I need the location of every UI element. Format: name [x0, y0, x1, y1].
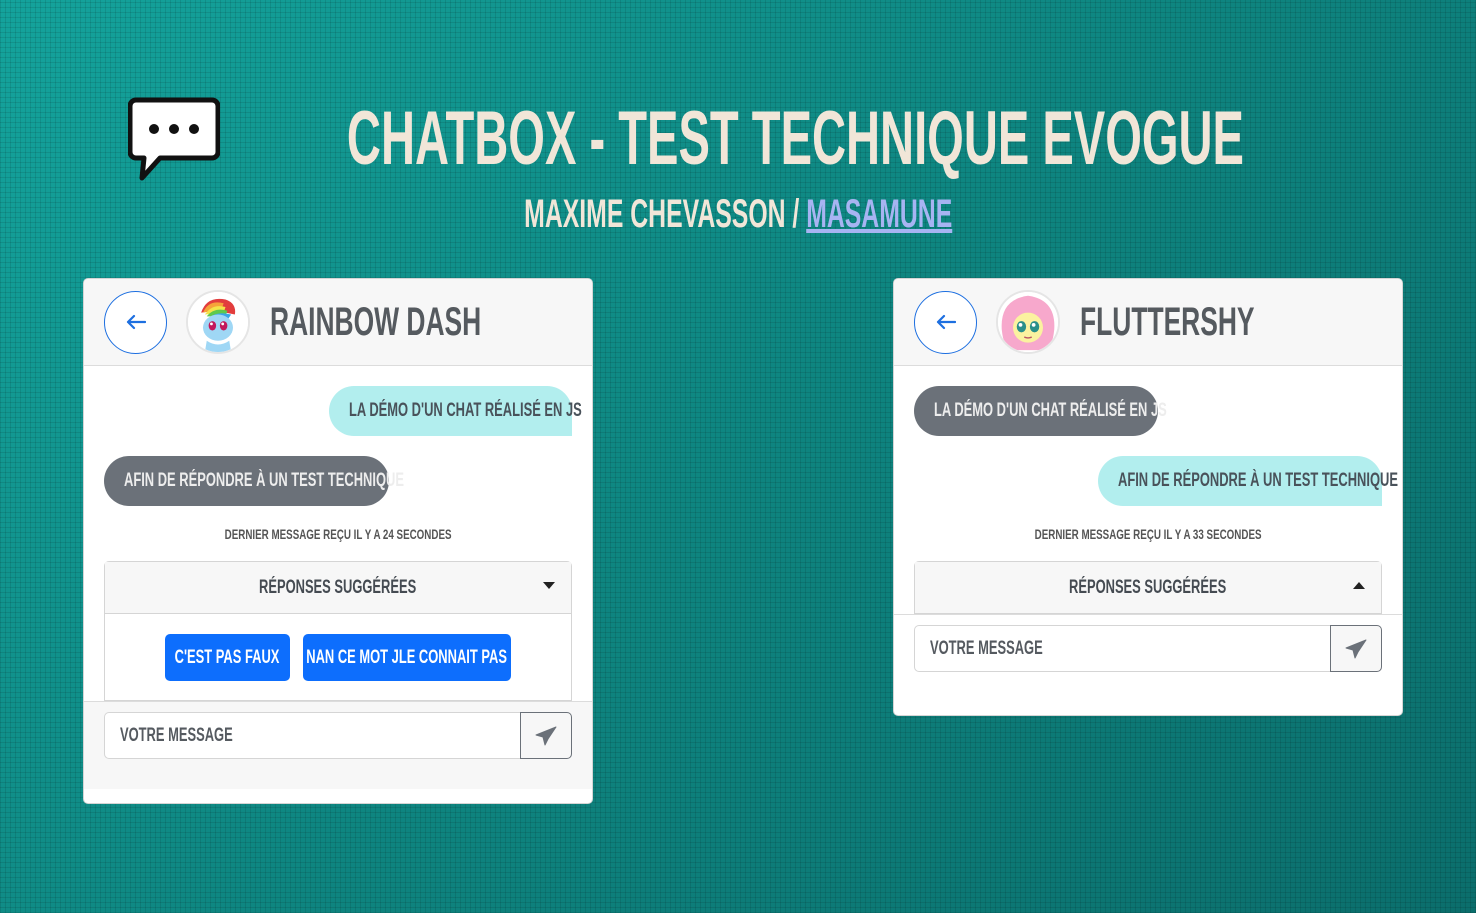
suggested-replies: RÉPONSES SUGGÉRÉES C'EST PAS FAUX NAN CE…	[104, 561, 572, 701]
chat-header: RAINBOW DASH	[84, 279, 592, 366]
page-subtitle: MAXIME CHEVASSON / MASAMUNE	[524, 192, 952, 237]
messages-area: LA DÉMO D'UN CHAT RÉALISÉ EN JS AFIN DE …	[84, 366, 592, 701]
avatar	[996, 290, 1060, 354]
page-title: CHATBOX - TEST TECHNIQUE EVOGUE	[346, 96, 1244, 181]
suggestion-button[interactable]: C'EST PAS FAUX	[165, 634, 290, 681]
message-row: LA DÉMO D'UN CHAT RÉALISÉ EN JS	[914, 386, 1382, 436]
chat-footer: VOTRE MESSAGE	[894, 614, 1402, 702]
arrow-left-icon	[126, 314, 146, 330]
page-header: CHATBOX - TEST TECHNIQUE EVOGUE MAXIME C…	[0, 95, 1476, 237]
messages-area: LA DÉMO D'UN CHAT RÉALISÉ EN JS AFIN DE …	[894, 366, 1402, 614]
chat-card-rainbow-dash: RAINBOW DASH LA DÉMO D'UN CHAT RÉALISÉ E…	[83, 278, 593, 804]
message-row: AFIN DE RÉPONDRE À UN TEST TECHNIQUE	[914, 456, 1398, 506]
message-input[interactable]: VOTRE MESSAGE	[914, 625, 1330, 672]
arrow-left-icon	[936, 314, 956, 330]
suggested-replies: RÉPONSES SUGGÉRÉES	[914, 561, 1382, 614]
message-input-group: VOTRE MESSAGE	[104, 712, 572, 759]
author-link[interactable]: MASAMUNE	[806, 192, 952, 236]
avatar	[186, 290, 250, 354]
suggested-replies-toggle[interactable]: RÉPONSES SUGGÉRÉES	[915, 562, 1381, 613]
send-button[interactable]	[520, 712, 572, 759]
fluttershy-avatar-image	[998, 292, 1058, 352]
paper-plane-icon	[535, 726, 557, 745]
suggested-replies-toggle[interactable]: RÉPONSES SUGGÉRÉES	[105, 562, 571, 613]
contact-name: FLUTTERSHY	[1080, 299, 1255, 344]
chat-card-fluttershy: FLUTTERSHY LA DÉMO D'UN CHAT RÉALISÉ EN …	[893, 278, 1403, 716]
suggestion-button[interactable]: NAN CE MOT JLE CONNAIT PAS	[303, 634, 511, 681]
chat-bubble-icon	[127, 97, 220, 180]
message-row: LA DÉMO D'UN CHAT RÉALISÉ EN JS	[104, 386, 582, 436]
author-name: MAXIME CHEVASSON /	[523, 192, 806, 236]
message-row: AFIN DE RÉPONDRE À UN TEST TECHNIQUE	[104, 456, 572, 506]
message-bubble-received: AFIN DE RÉPONDRE À UN TEST TECHNIQUE	[104, 456, 404, 506]
message-input-group: VOTRE MESSAGE	[914, 625, 1382, 672]
paper-plane-icon	[1345, 639, 1367, 658]
last-message-status: DERNIER MESSAGE REÇU IL Y A 24 SECONDES	[224, 526, 452, 542]
caret-up-icon	[1353, 582, 1365, 589]
message-bubble-received: LA DÉMO D'UN CHAT RÉALISÉ EN JS	[914, 386, 1167, 436]
message-input[interactable]: VOTRE MESSAGE	[104, 712, 520, 759]
caret-down-icon	[543, 582, 555, 589]
rainbow-dash-avatar-image	[188, 292, 248, 352]
back-button[interactable]	[914, 290, 977, 354]
last-message-status: DERNIER MESSAGE REÇU IL Y A 33 SECONDES	[1034, 526, 1262, 542]
contact-name: RAINBOW DASH	[270, 299, 482, 344]
message-bubble-sent: LA DÉMO D'UN CHAT RÉALISÉ EN JS	[329, 386, 582, 436]
message-bubble-sent: AFIN DE RÉPONDRE À UN TEST TECHNIQUE	[1098, 456, 1398, 506]
suggested-replies-list: C'EST PAS FAUX NAN CE MOT JLE CONNAIT PA…	[105, 613, 571, 700]
back-button[interactable]	[104, 290, 167, 354]
chat-header: FLUTTERSHY	[894, 279, 1402, 366]
chat-footer: VOTRE MESSAGE	[84, 701, 592, 789]
send-button[interactable]	[1330, 625, 1382, 672]
